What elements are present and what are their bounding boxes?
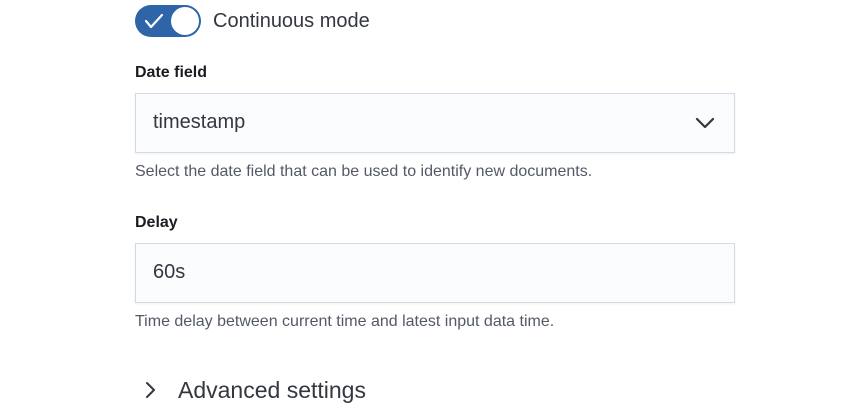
advanced-settings-label: Advanced settings <box>178 376 366 403</box>
date-field-label: Date field <box>135 64 208 81</box>
chevron-right-icon <box>146 382 155 398</box>
delay-label: Delay <box>135 214 178 231</box>
delay-help: Time delay between current time and late… <box>135 313 555 330</box>
continuous-mode-toggle[interactable] <box>135 5 201 37</box>
date-field-select[interactable]: timestamp <box>135 93 735 153</box>
date-field-help: Select the date field that can be used t… <box>135 163 593 180</box>
continuous-mode-row: Continuous mode <box>135 5 370 37</box>
advanced-settings-toggle[interactable]: Advanced settings <box>140 372 366 408</box>
chevron-down-icon <box>695 117 715 129</box>
delay-value: 60s <box>153 261 186 283</box>
delay-input[interactable]: 60s <box>135 243 735 303</box>
check-icon <box>144 13 164 29</box>
continuous-mode-label: Continuous mode <box>213 9 370 32</box>
toggle-knob <box>170 6 200 36</box>
date-field-value: timestamp <box>153 111 246 133</box>
